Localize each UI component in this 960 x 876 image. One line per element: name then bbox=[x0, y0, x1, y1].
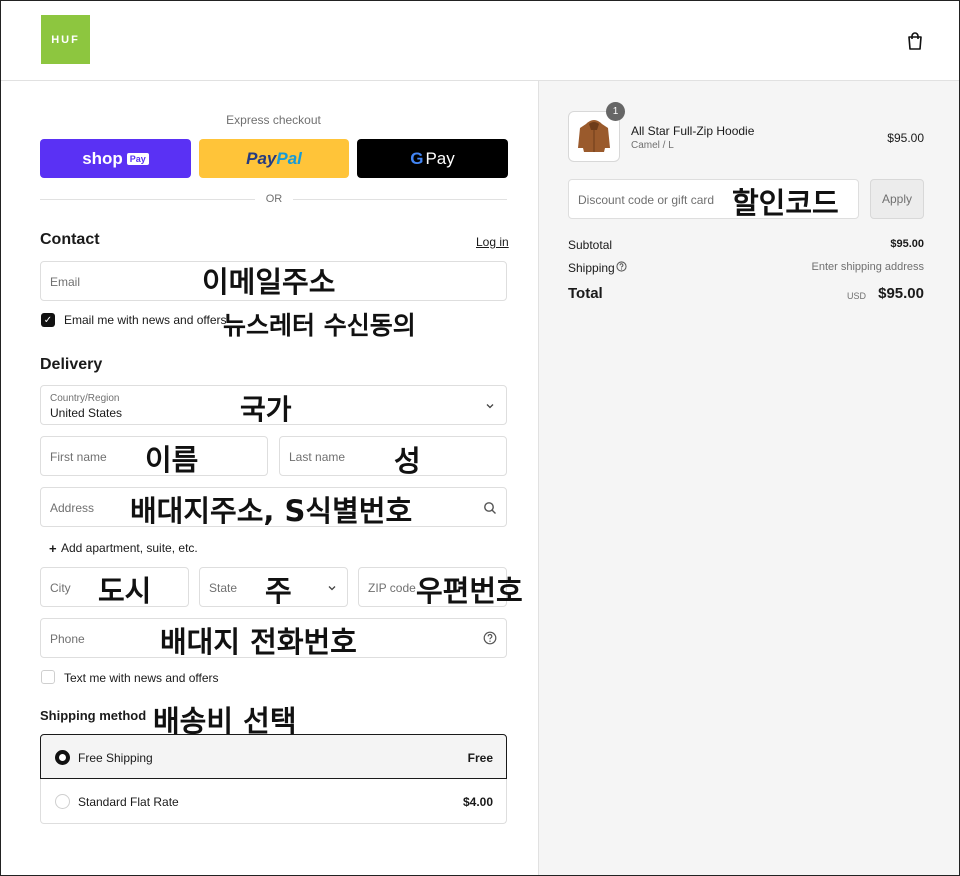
product-price: $95.00 bbox=[887, 131, 924, 145]
help-icon[interactable] bbox=[616, 261, 627, 272]
shop-pay-badge: Pay bbox=[126, 152, 149, 165]
google-pay-button[interactable]: G Pay bbox=[357, 139, 508, 178]
city-annotation: 도시 bbox=[98, 574, 152, 608]
address-annotation: 배대지주소, S식별번호 bbox=[130, 494, 413, 528]
subtotal-value: $95.00 bbox=[890, 238, 924, 250]
email-news-checkbox[interactable]: ✓ bbox=[41, 313, 55, 327]
first-name-annotation: 이름 bbox=[145, 443, 199, 477]
or-divider-text: OR bbox=[265, 193, 283, 205]
add-apartment-link[interactable]: Add apartment, suite, etc. bbox=[61, 541, 198, 555]
shipping-option-price: Free bbox=[467, 751, 493, 765]
paypal-pay-text: Pay bbox=[246, 148, 277, 168]
phone-placeholder: Phone bbox=[50, 632, 85, 646]
country-annotation: 국가 bbox=[240, 393, 292, 426]
chevron-down-icon bbox=[486, 404, 494, 409]
radio-selected[interactable] bbox=[55, 750, 70, 765]
shipping-value: Enter shipping address bbox=[811, 261, 924, 273]
product-name: All Star Full-Zip Hoodie bbox=[631, 124, 755, 138]
google-pay-label: Pay bbox=[425, 148, 455, 168]
shop-pay-label: shop bbox=[82, 148, 123, 168]
text-news-checkbox[interactable] bbox=[41, 670, 55, 684]
shipping-option-price: $4.00 bbox=[462, 795, 493, 809]
quantity-badge: 1 bbox=[606, 102, 625, 121]
product-variant: Camel / L bbox=[631, 140, 674, 151]
brand-logo[interactable]: HUF bbox=[41, 15, 90, 64]
google-g-icon: G bbox=[410, 148, 424, 168]
email-placeholder: Email bbox=[50, 275, 81, 289]
header: HUF bbox=[1, 1, 959, 81]
currency-label: USD bbox=[847, 291, 867, 301]
plus-icon: + bbox=[49, 541, 57, 556]
radio-unselected[interactable] bbox=[55, 794, 70, 809]
zip-placeholder: ZIP code bbox=[368, 581, 416, 595]
express-checkout-title: Express checkout bbox=[226, 113, 321, 127]
shipping-option-standard[interactable]: Standard Flat Rate $4.00 bbox=[40, 779, 507, 824]
discount-placeholder: Discount code or gift card bbox=[578, 193, 715, 207]
state-annotation: 주 bbox=[265, 574, 292, 608]
zip-annotation: 우편번호 bbox=[416, 574, 523, 608]
help-icon[interactable] bbox=[483, 631, 497, 645]
apply-button[interactable]: Apply bbox=[870, 179, 924, 219]
shipping-option-free[interactable]: Free Shipping Free bbox=[40, 734, 507, 779]
logo-text: HUF bbox=[51, 33, 80, 46]
shipping-option-label: Standard Flat Rate bbox=[78, 795, 179, 809]
last-name-placeholder: Last name bbox=[289, 450, 346, 464]
shipping-method-title: Shipping method bbox=[40, 708, 147, 723]
total-label: Total bbox=[568, 285, 603, 302]
contact-title: Contact bbox=[40, 231, 100, 248]
phone-annotation: 배대지 전화번호 bbox=[160, 625, 357, 659]
paypal-pal-text: Pal bbox=[276, 148, 302, 168]
paypal-button[interactable]: Pay Pal bbox=[199, 139, 349, 178]
address-placeholder: Address bbox=[50, 501, 95, 515]
news-annotation: 뉴스레터 수신동의 bbox=[223, 311, 416, 340]
last-name-annotation: 성 bbox=[394, 444, 421, 478]
email-news-label: Email me with news and offers bbox=[64, 313, 227, 327]
shopping-bag-icon[interactable] bbox=[905, 31, 925, 51]
state-placeholder: State bbox=[209, 581, 238, 595]
shipping-option-label: Free Shipping bbox=[78, 751, 153, 765]
first-name-placeholder: First name bbox=[50, 450, 107, 464]
city-placeholder: City bbox=[50, 581, 71, 595]
search-icon[interactable] bbox=[483, 501, 497, 515]
chevron-down-icon bbox=[328, 586, 336, 591]
discount-annotation: 할인코드 bbox=[732, 186, 839, 220]
login-link[interactable]: Log in bbox=[476, 235, 509, 249]
country-label: Country/Region bbox=[50, 393, 120, 404]
delivery-title: Delivery bbox=[40, 356, 103, 373]
last-name-field[interactable]: Last name bbox=[279, 436, 507, 476]
email-annotation: 이메일주소 bbox=[202, 265, 336, 299]
shipping-label: Shipping bbox=[568, 261, 615, 275]
subtotal-label: Subtotal bbox=[568, 238, 613, 252]
country-value: United States bbox=[50, 406, 123, 420]
text-news-label: Text me with news and offers bbox=[64, 671, 219, 685]
or-divider-right bbox=[293, 199, 507, 200]
total-value: $95.00 bbox=[878, 285, 924, 302]
shop-pay-button[interactable]: shop Pay bbox=[40, 139, 191, 178]
or-divider-left bbox=[40, 199, 255, 200]
